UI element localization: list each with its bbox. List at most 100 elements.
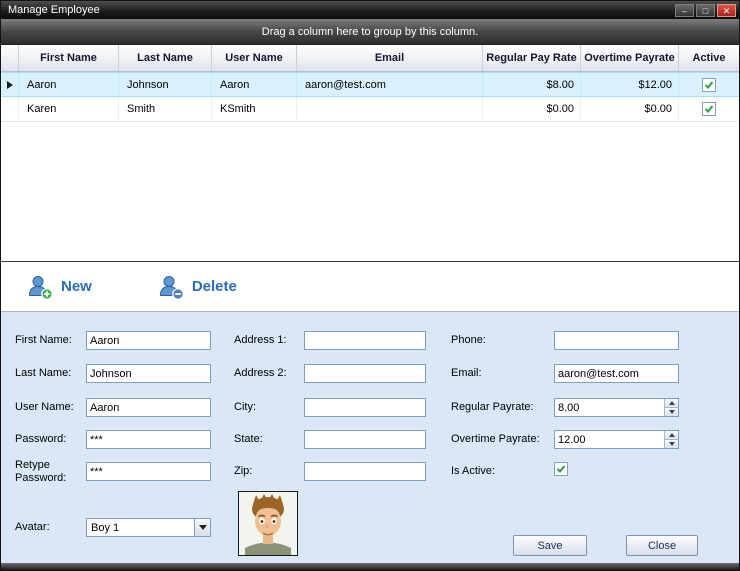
person-add-icon <box>27 274 53 300</box>
spinner-up-button[interactable] <box>664 399 678 408</box>
password-field[interactable] <box>86 430 211 449</box>
group-by-bar[interactable]: Drag a column here to group by this colu… <box>1 19 739 45</box>
user-name-field[interactable] <box>86 398 211 417</box>
state-field[interactable] <box>304 430 426 449</box>
phone-field[interactable] <box>554 331 679 350</box>
cell-first-name: Karen <box>19 97 119 121</box>
zip-field[interactable] <box>304 462 426 481</box>
overtime-payrate-field[interactable] <box>554 430 679 449</box>
boy-avatar-icon <box>239 492 297 555</box>
down-arrow-icon <box>669 410 675 414</box>
down-arrow-icon <box>199 525 207 530</box>
cell-user-name: KSmith <box>212 97 297 121</box>
table-row[interactable]: Karen Smith KSmith $0.00 $0.00 <box>1 97 739 122</box>
spinner-down-button[interactable] <box>664 408 678 416</box>
header-active[interactable]: Active <box>679 45 739 71</box>
cell-overtime-payrate: $12.00 <box>581 73 679 96</box>
cell-user-name: Aaron <box>212 73 297 96</box>
close-window-button[interactable]: ✕ <box>717 4 736 17</box>
header-email[interactable]: Email <box>297 45 483 71</box>
is-active-checkbox[interactable] <box>554 462 568 476</box>
avatar-dropdown-button[interactable] <box>194 519 210 536</box>
delete-button[interactable]: Delete <box>158 274 237 300</box>
email-label: Email: <box>451 367 482 380</box>
last-name-label: Last Name: <box>15 367 71 380</box>
is-active-label: Is Active: <box>451 465 495 478</box>
header-last-name[interactable]: Last Name <box>119 45 212 71</box>
avatar-select-value: Boy 1 <box>87 522 194 534</box>
address1-label: Address 1: <box>234 334 287 347</box>
first-name-label: First Name: <box>15 334 72 347</box>
titlebar: Manage Employee – □ ✕ <box>1 1 739 19</box>
delete-button-label: Delete <box>192 278 237 295</box>
check-icon <box>556 464 566 474</box>
phone-label: Phone: <box>451 334 486 347</box>
grid-header: First Name Last Name User Name Email Reg… <box>1 45 739 72</box>
address2-label: Address 2: <box>234 367 287 380</box>
last-name-field[interactable] <box>86 364 211 383</box>
window-controls: – □ ✕ <box>675 4 736 17</box>
first-name-field[interactable] <box>86 331 211 350</box>
retype-password-label: Retype Password: <box>15 459 73 485</box>
address2-field[interactable] <box>304 364 426 383</box>
close-button[interactable]: Close <box>626 535 698 556</box>
selected-row-indicator-icon <box>7 81 13 89</box>
window-title: Manage Employee <box>1 4 100 16</box>
regular-payrate-stepper <box>554 398 679 417</box>
cell-regular-pay-rate: $8.00 <box>483 73 581 96</box>
up-arrow-icon <box>669 401 675 405</box>
employee-form: First Name: Last Name: User Name: Passwo… <box>1 312 739 563</box>
regular-payrate-spinner <box>664 399 678 416</box>
cell-last-name: Johnson <box>119 73 212 96</box>
spinner-up-button[interactable] <box>664 431 678 440</box>
regular-payrate-label: Regular Payrate: <box>451 401 534 414</box>
new-button-label: New <box>61 278 92 295</box>
up-arrow-icon <box>669 433 675 437</box>
overtime-payrate-label: Overtime Payrate: <box>451 433 540 446</box>
active-checkbox[interactable] <box>702 78 716 92</box>
overtime-payrate-spinner <box>664 431 678 448</box>
header-user-name[interactable]: User Name <box>212 45 297 71</box>
window-bottom-border <box>1 563 739 570</box>
cell-last-name: Smith <box>119 97 212 121</box>
regular-payrate-field[interactable] <box>554 398 679 417</box>
avatar-image <box>238 491 298 556</box>
cell-active <box>679 97 739 121</box>
email-field[interactable] <box>554 364 679 383</box>
city-label: City: <box>234 401 256 414</box>
state-label: State: <box>234 433 263 446</box>
active-checkbox[interactable] <box>702 102 716 116</box>
maximize-button[interactable]: □ <box>696 4 715 17</box>
new-button[interactable]: New <box>27 274 92 300</box>
save-button[interactable]: Save <box>513 535 587 556</box>
row-indicator-cell <box>1 73 19 96</box>
grid-empty-area <box>1 122 739 261</box>
overtime-payrate-stepper <box>554 430 679 449</box>
header-first-name[interactable]: First Name <box>19 45 119 71</box>
check-icon <box>704 104 714 114</box>
spinner-down-button[interactable] <box>664 440 678 448</box>
city-field[interactable] <box>304 398 426 417</box>
avatar-select[interactable]: Boy 1 <box>86 518 211 537</box>
cell-first-name: Aaron <box>19 73 119 96</box>
address1-field[interactable] <box>304 331 426 350</box>
toolbar: New Delete <box>1 261 739 312</box>
down-arrow-icon <box>669 442 675 446</box>
minimize-button[interactable]: – <box>675 4 694 17</box>
check-icon <box>704 80 714 90</box>
password-label: Password: <box>15 433 66 446</box>
cell-active <box>679 73 739 96</box>
cell-email <box>297 97 483 121</box>
header-overtime-payrate[interactable]: Overtime Payrate <box>581 45 679 71</box>
manage-employee-window: Manage Employee – □ ✕ Drag a column here… <box>0 0 740 571</box>
avatar-label: Avatar: <box>15 521 50 534</box>
table-row[interactable]: Aaron Johnson Aaron aaron@test.com $8.00… <box>1 72 739 97</box>
row-indicator-cell <box>1 97 19 121</box>
header-regular-pay-rate[interactable]: Regular Pay Rate <box>483 45 581 71</box>
user-name-label: User Name: <box>15 401 74 414</box>
zip-label: Zip: <box>234 465 252 478</box>
cell-overtime-payrate: $0.00 <box>581 97 679 121</box>
cell-regular-pay-rate: $0.00 <box>483 97 581 121</box>
header-indicator <box>1 45 19 71</box>
retype-password-field[interactable] <box>86 462 211 481</box>
